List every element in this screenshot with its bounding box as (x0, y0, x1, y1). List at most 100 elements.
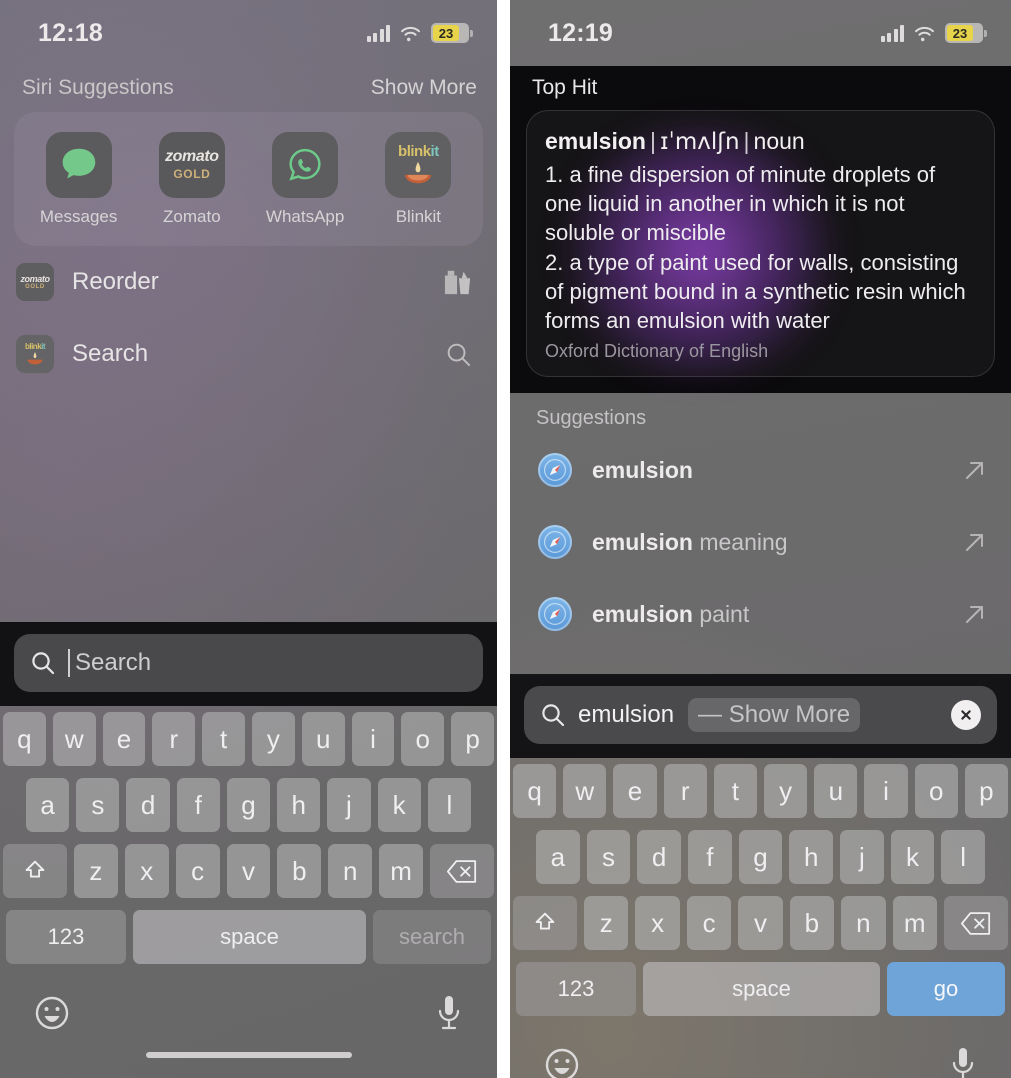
key-n[interactable]: n (328, 844, 373, 898)
microphone-icon[interactable] (948, 1044, 978, 1078)
key-s[interactable]: s (586, 830, 631, 885)
key-b[interactable]: b (277, 844, 322, 898)
key-o[interactable]: o (914, 764, 958, 819)
key-j[interactable]: j (327, 778, 371, 832)
app-label: Messages (39, 206, 118, 226)
app-suggestion-blinkit[interactable]: blinkit Blinkit (366, 131, 470, 227)
key-a[interactable]: a (535, 830, 580, 885)
suggestion-text-bold: emulsion (592, 456, 693, 483)
siri-suggestions-card: Messages zomato GOLD Zomato WhatsApp bli… (14, 112, 483, 246)
status-bar-right: 12:19 23 (510, 0, 1011, 66)
key-r[interactable]: r (663, 764, 707, 819)
keyboard-left: q w e r t y u i o p a s d f g h j k l z … (0, 706, 497, 1078)
microphone-icon[interactable] (434, 992, 464, 1034)
key-q[interactable]: q (512, 764, 557, 819)
inline-suggestion[interactable]: — Show More (688, 698, 861, 733)
search-input[interactable]: emulsion — Show More (524, 686, 997, 745)
key-r[interactable]: r (152, 712, 196, 766)
emoji-icon[interactable] (33, 994, 71, 1032)
suggestion-text: emulsion meaning (592, 529, 943, 556)
top-hit-section: Top Hit emulsion | ɪˈmʌlʃn | noun 1. a fine … (510, 66, 1011, 394)
key-w[interactable]: w (52, 712, 96, 766)
key-c[interactable]: c (175, 844, 220, 898)
magnifier-icon (441, 341, 475, 368)
key-p[interactable]: p (964, 764, 1009, 819)
key-z[interactable]: z (584, 896, 629, 951)
key-k[interactable]: k (890, 830, 935, 885)
blinkit-icon: blinkit (385, 131, 452, 198)
key-i[interactable]: i (351, 712, 395, 766)
key-l[interactable]: l (427, 778, 471, 832)
backspace-icon[interactable] (943, 896, 1008, 951)
key-d[interactable]: d (126, 778, 170, 832)
show-more-button[interactable]: Show More (371, 76, 477, 100)
key-m[interactable]: m (892, 896, 937, 951)
clear-icon[interactable] (951, 700, 981, 731)
shift-icon[interactable] (3, 844, 67, 898)
key-f[interactable]: f (688, 830, 732, 885)
key-c[interactable]: c (686, 896, 732, 951)
key-l[interactable]: l (941, 830, 986, 885)
home-indicator[interactable] (145, 1052, 352, 1058)
go-key[interactable]: go (887, 962, 1005, 1017)
key-w[interactable]: w (563, 764, 607, 819)
key-y[interactable]: y (252, 712, 295, 766)
key-d[interactable]: d (637, 830, 681, 885)
numeric-key[interactable]: 123 (6, 910, 126, 964)
suggestion-item-3[interactable]: emulsion paint (510, 578, 1011, 650)
key-e[interactable]: e (102, 712, 146, 766)
key-v[interactable]: v (738, 896, 783, 951)
blinkit-wordmark: blinkit (25, 342, 46, 351)
key-u[interactable]: u (814, 764, 858, 819)
key-k[interactable]: k (377, 778, 421, 832)
key-x[interactable]: x (635, 896, 680, 951)
key-a[interactable]: a (26, 778, 70, 832)
suggestion-item-2[interactable]: emulsion meaning (510, 506, 1011, 578)
search-key[interactable]: search (373, 910, 491, 964)
numeric-key[interactable]: 123 (516, 962, 636, 1017)
key-z[interactable]: z (74, 844, 118, 898)
keyboard-row-2: a s d f g h j k l (3, 778, 494, 832)
suggestion-text: emulsion (592, 457, 943, 484)
key-j[interactable]: j (840, 830, 884, 885)
key-s[interactable]: s (76, 778, 120, 832)
app-suggestion-messages[interactable]: Messages (27, 131, 131, 227)
key-h[interactable]: h (789, 830, 834, 885)
key-p[interactable]: p (451, 712, 494, 766)
key-e[interactable]: e (613, 764, 657, 819)
key-f[interactable]: f (176, 778, 220, 832)
key-m[interactable]: m (379, 844, 424, 898)
shift-icon[interactable] (513, 896, 578, 951)
suggestion-item-1[interactable]: emulsion (510, 434, 1011, 506)
key-t[interactable]: t (202, 712, 245, 766)
key-o[interactable]: o (401, 712, 445, 766)
suggestion-row-search[interactable]: blinkit Search (0, 318, 497, 390)
search-input[interactable]: Search (14, 634, 483, 692)
arrow-up-right-icon (966, 534, 983, 552)
emoji-icon[interactable] (543, 1046, 581, 1078)
dictionary-card[interactable]: emulsion | ɪˈmʌlʃn | noun 1. a fine dispersi… (526, 110, 995, 378)
suggestion-row-reorder[interactable]: zomato GOLD Reorder (0, 246, 497, 318)
key-u[interactable]: u (301, 712, 345, 766)
key-h[interactable]: h (277, 778, 321, 832)
dictionary-separator-1: | (649, 128, 656, 154)
backspace-icon[interactable] (430, 844, 495, 898)
key-q[interactable]: q (3, 712, 46, 766)
grocery-bag-icon (441, 268, 475, 296)
key-b[interactable]: b (789, 896, 835, 951)
key-x[interactable]: x (124, 844, 169, 898)
key-n[interactable]: n (841, 896, 886, 951)
app-suggestion-whatsapp[interactable]: WhatsApp (253, 131, 357, 227)
key-g[interactable]: g (226, 778, 271, 832)
suggestion-text: emulsion paint (592, 601, 943, 628)
space-key[interactable]: space (133, 910, 366, 964)
key-i[interactable]: i (864, 764, 908, 819)
zomato-icon: zomato GOLD (16, 263, 54, 301)
key-v[interactable]: v (226, 844, 271, 898)
key-t[interactable]: t (713, 764, 757, 819)
space-key[interactable]: space (643, 962, 880, 1017)
phone-screen-right: 12:19 23 Top Hit emulsion | ɪˈmʌlʃn | noun (510, 0, 1011, 1078)
app-suggestion-zomato[interactable]: zomato GOLD Zomato (140, 131, 244, 227)
key-y[interactable]: y (764, 764, 808, 819)
key-g[interactable]: g (738, 830, 783, 885)
